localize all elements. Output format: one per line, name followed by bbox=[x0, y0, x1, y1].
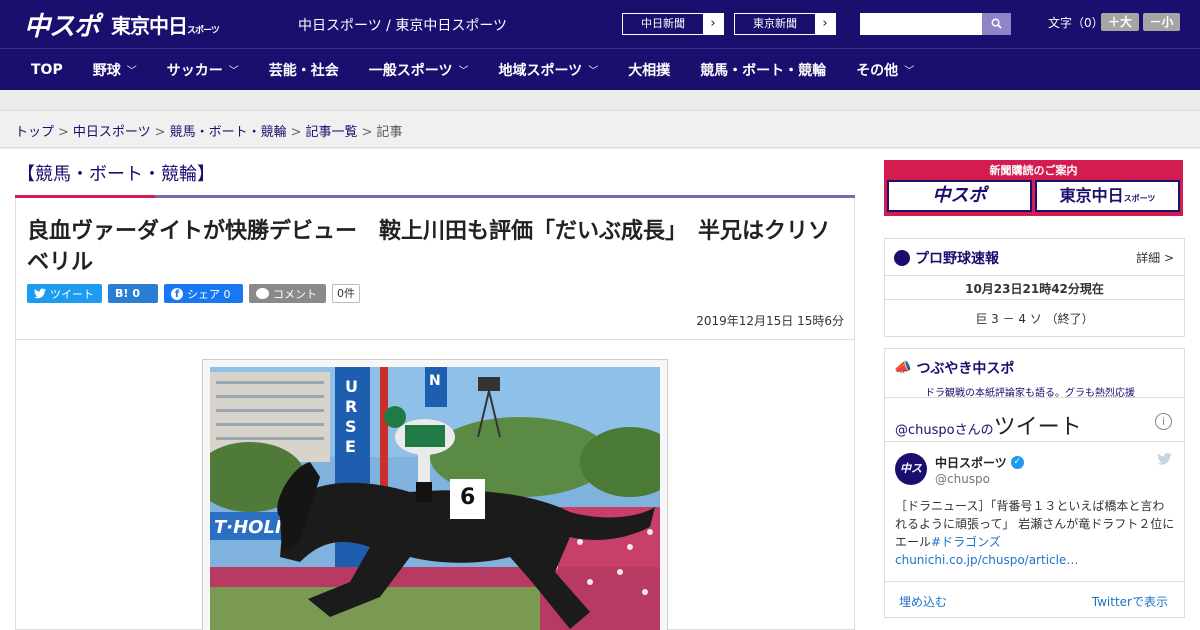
nav-item-top[interactable]: TOP bbox=[31, 62, 63, 78]
verified-badge-icon: ✓ bbox=[1010, 456, 1024, 469]
megaphone-icon: 📣 bbox=[894, 360, 912, 376]
section-title: 【競馬・ボート・競輪】 bbox=[17, 164, 215, 185]
nav-item-local-sports[interactable]: 地域スポーツ ﹀ bbox=[498, 60, 598, 80]
comment-button[interactable]: コメント bbox=[249, 284, 326, 303]
svg-text:U: U bbox=[345, 377, 358, 396]
baseball-timestamp: 10月23日21時42分現在 bbox=[965, 282, 1104, 296]
tweets-by-line[interactable]: @chuspoさんのツイート bbox=[895, 409, 1082, 441]
baseball-score[interactable]: 巨 3 － 4 ソ （終了） bbox=[885, 310, 1184, 327]
tweet-author-name[interactable]: 中日スポーツ ✓ bbox=[935, 454, 1024, 471]
nav-item-entertainment[interactable]: 芸能・社会 bbox=[269, 60, 339, 80]
speech-bubble-icon bbox=[256, 288, 269, 299]
tweet-author-handle[interactable]: @chuspo bbox=[935, 472, 990, 486]
article-header: 良血ヴァーダイトが快勝デビュー 鞍上川田も評価「だいぶ成長」 半兄はクリソベリル… bbox=[15, 198, 855, 340]
hatena-icon: B! bbox=[115, 287, 129, 300]
hatena-bookmark-button[interactable]: B! 0 bbox=[108, 284, 158, 303]
baseball-scores-widget: プロ野球速報 詳細 > 10月23日21時42分現在 巨 3 － 4 ソ （終了… bbox=[884, 238, 1185, 337]
article-headline: 良血ヴァーダイトが快勝デビュー 鞍上川田も評価「だいぶ成長」 半兄はクリソベリル bbox=[27, 219, 831, 275]
ad-strip bbox=[0, 90, 1200, 111]
chevron-down-icon: ﹀ bbox=[588, 66, 599, 77]
baseball-detail-link[interactable]: 詳細 > bbox=[1136, 249, 1174, 266]
twitter-widget-title: 📣 つぶやき中スポ bbox=[894, 360, 1015, 377]
svg-text:6: 6 bbox=[460, 485, 475, 510]
site-logo[interactable]: 中スポ 東京中日スポーツ bbox=[24, 7, 220, 42]
photo-frame: U R S E N T·HOLIDAYS! 6 bbox=[202, 359, 668, 630]
nav-item-sumo[interactable]: 大相撲 bbox=[628, 60, 670, 80]
facebook-share-button[interactable]: f シェア 0 bbox=[164, 284, 243, 303]
breadcrumb-article-list[interactable]: 記事一覧 bbox=[306, 125, 358, 140]
logo-chuspo: 中スポ bbox=[24, 11, 100, 42]
embed-link[interactable]: 埋め込む bbox=[899, 593, 947, 610]
publish-date: 2019年12月15日 15時6分 bbox=[696, 314, 844, 328]
chevron-right-icon: › bbox=[815, 14, 835, 34]
subscribe-tokyo-logo[interactable]: 東京中日スポーツ bbox=[1035, 180, 1180, 212]
svg-text:N: N bbox=[429, 373, 441, 389]
search-button[interactable] bbox=[982, 13, 1011, 35]
twitter-bird-icon[interactable] bbox=[1157, 453, 1172, 469]
twitter-widget: 📣 つぶやき中スポ ドラ観戦の本紙評論家も語る。グラも熱烈応援 @chuspoさ… bbox=[884, 348, 1185, 618]
comment-count[interactable]: 0件 bbox=[332, 284, 360, 303]
avatar[interactable]: 中スポ bbox=[895, 453, 927, 507]
main-nav: TOP 野球 ﹀ サッカー ﹀ 芸能・社会 一般スポーツ ﹀ 地域スポーツ ﹀ 大相撲 … bbox=[0, 48, 1200, 90]
nav-item-other[interactable]: その他 ﹀ bbox=[856, 60, 914, 80]
nav-item-general-sports[interactable]: 一般スポーツ ﹀ bbox=[369, 60, 469, 80]
article-photo[interactable]: U R S E N T·HOLIDAYS! 6 bbox=[210, 367, 660, 630]
font-larger-button[interactable]: ＋大 bbox=[1101, 13, 1139, 31]
logo-tokyo-chunichi: 東京中日スポーツ bbox=[111, 13, 220, 38]
tweet-button[interactable]: ツイート bbox=[27, 284, 102, 303]
chevron-down-icon: ﹀ bbox=[126, 66, 137, 77]
photo-section: U R S E N T·HOLIDAYS! 6 bbox=[15, 340, 855, 630]
chevron-down-icon: ﹀ bbox=[904, 66, 915, 77]
baseball-icon bbox=[894, 250, 910, 266]
breadcrumb-racing[interactable]: 競馬・ボート・競輪 bbox=[170, 125, 287, 140]
tokyo-shimbun-link[interactable]: 東京新聞 › bbox=[734, 13, 836, 35]
twitter-bird-icon bbox=[34, 288, 46, 299]
tweet-text: ［ドラニュース］「背番号１３といえば橋本と言われるように頑張って」 岩瀬さんが竜… bbox=[895, 499, 1175, 567]
info-icon[interactable]: i bbox=[1155, 413, 1172, 430]
horse-race-photo: U R S E N T·HOLIDAYS! 6 bbox=[210, 367, 660, 630]
font-smaller-button[interactable]: －小 bbox=[1143, 13, 1180, 31]
facebook-icon: f bbox=[171, 287, 183, 300]
breadcrumb-bar: トップ > 中日スポーツ > 競馬・ボート・競輪 > 記事一覧 > 記事 bbox=[0, 111, 1200, 148]
svg-text:R: R bbox=[345, 397, 357, 416]
baseball-widget-title: プロ野球速報 bbox=[894, 248, 999, 268]
breadcrumb: トップ > 中日スポーツ > 競馬・ボート・競輪 > 記事一覧 > 記事 bbox=[15, 125, 403, 140]
nav-item-soccer[interactable]: サッカー ﹀ bbox=[167, 60, 239, 80]
breadcrumb-top[interactable]: トップ bbox=[15, 125, 54, 140]
view-on-twitter-link[interactable]: Twitterで表示 bbox=[1092, 593, 1168, 610]
nav-item-baseball[interactable]: 野球 ﹀ bbox=[93, 60, 137, 80]
top-bar: 中スポ 東京中日スポーツ 中日スポーツ / 東京中日スポーツ 中日新聞 › 東京… bbox=[0, 0, 1200, 48]
chunichi-shimbun-link[interactable]: 中日新聞 › bbox=[622, 13, 724, 35]
chevron-down-icon: ﹀ bbox=[458, 66, 469, 77]
font-size-label: 文字（0） bbox=[1048, 16, 1104, 30]
breadcrumb-chuspo[interactable]: 中日スポーツ bbox=[73, 125, 151, 140]
chevron-down-icon: ﹀ bbox=[228, 66, 239, 77]
site-title[interactable]: 中日スポーツ / 東京中日スポーツ bbox=[298, 15, 507, 35]
search-icon bbox=[991, 18, 1002, 29]
breadcrumb-current: 記事 bbox=[376, 125, 403, 140]
chevron-right-icon: › bbox=[703, 14, 723, 34]
nav-item-racing[interactable]: 競馬・ボート・競輪 bbox=[700, 60, 826, 80]
subscription-heading: 新聞購読のご案内 bbox=[989, 164, 1078, 177]
subscription-banner[interactable]: 新聞購読のご案内 中スポ 東京中日スポーツ bbox=[884, 160, 1183, 216]
svg-text:S: S bbox=[345, 417, 357, 436]
subscribe-chuspo-logo[interactable]: 中スポ bbox=[887, 180, 1032, 212]
search-input[interactable] bbox=[860, 13, 982, 35]
svg-text:E: E bbox=[345, 437, 356, 456]
share-buttons: ツイート B! 0 f シェア 0 コメント 0件 bbox=[27, 284, 360, 303]
